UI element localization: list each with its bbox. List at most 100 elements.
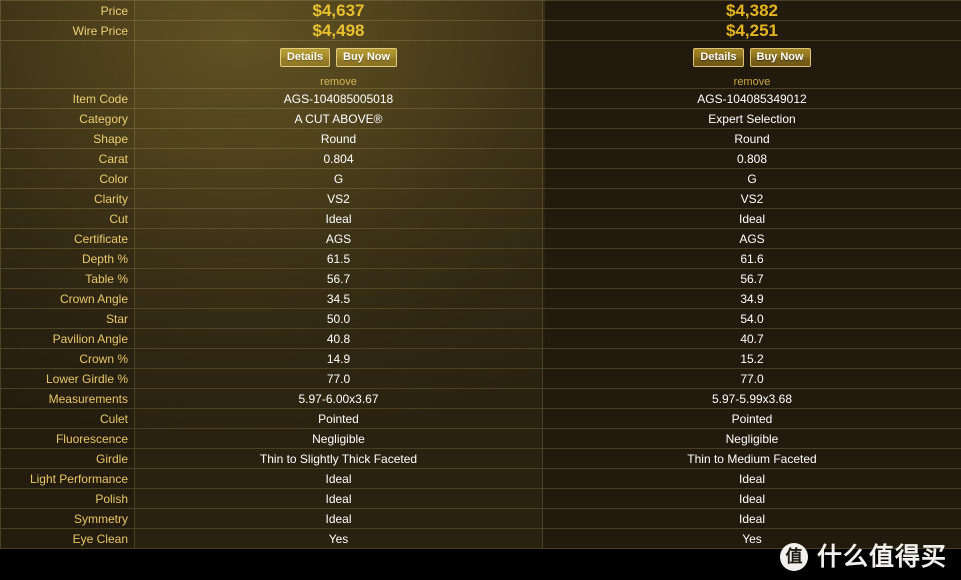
row-label: Culet (0, 408, 135, 429)
page-root: Price $4,637 $4,382 Wire Price $4,498 $4,251 D… (0, 0, 961, 580)
row-label: Light Performance (0, 468, 135, 489)
buy-now-button[interactable]: Buy Now (749, 48, 811, 67)
diamond-a-value: Yes (134, 528, 543, 549)
row-label: Clarity (0, 188, 135, 209)
row-label: Table % (0, 268, 135, 289)
diamond-b-value: $4,382 (542, 0, 961, 21)
remove-link[interactable]: remove (734, 76, 771, 88)
diamond-a-value: 56.7 (134, 268, 543, 289)
diamond-b-value: 77.0 (542, 368, 961, 389)
diamond-b-value: 54.0 (542, 308, 961, 329)
diamond-comparison-table: Price $4,637 $4,382 Wire Price $4,498 $4,251 D… (0, 0, 961, 549)
row-label (0, 40, 135, 89)
table-row: Pavilion Angle 40.8 40.7 (0, 328, 961, 349)
button-row: Details Buy Now (279, 48, 398, 67)
diamond-b-value: Ideal (542, 508, 961, 529)
table-row: Crown Angle 34.5 34.9 (0, 288, 961, 309)
diamond-a-value: AGS (134, 228, 543, 249)
table-row: Table % 56.7 56.7 (0, 268, 961, 289)
row-label: Star (0, 308, 135, 329)
diamond-b-value: 15.2 (542, 348, 961, 369)
details-button[interactable]: Details (693, 48, 744, 67)
row-label: Category (0, 108, 135, 129)
diamond-a-value: A CUT ABOVE® (134, 108, 543, 129)
diamond-a-value: 77.0 (134, 368, 543, 389)
row-label: Lower Girdle % (0, 368, 135, 389)
diamond-a-value: G (134, 168, 543, 189)
row-label: Measurements (0, 388, 135, 409)
diamond-b-value: Expert Selection (542, 108, 961, 129)
row-label: Girdle (0, 448, 135, 469)
table-row: Clarity VS2 VS2 (0, 188, 961, 209)
table-row: Cut Ideal Ideal (0, 208, 961, 229)
diamond-a-value: Negligible (134, 428, 543, 449)
row-label: Pavilion Angle (0, 328, 135, 349)
table-row: Symmetry Ideal Ideal (0, 508, 961, 529)
table-row: Light Performance Ideal Ideal (0, 468, 961, 489)
diamond-a-value: Ideal (134, 208, 543, 229)
diamond-a-value: Ideal (134, 468, 543, 489)
table-row: Category A CUT ABOVE® Expert Selection (0, 108, 961, 129)
diamond-a-value: 14.9 (134, 348, 543, 369)
row-label: Carat (0, 148, 135, 169)
row-label: Crown % (0, 348, 135, 369)
diamond-b-value: 56.7 (542, 268, 961, 289)
table-row: Certificate AGS AGS (0, 228, 961, 249)
row-label: Depth % (0, 248, 135, 269)
row-label: Crown Angle (0, 288, 135, 309)
diamond-b-value: Yes (542, 528, 961, 549)
row-label: Color (0, 168, 135, 189)
diamond-b-value: VS2 (542, 188, 961, 209)
table-row: Color G G (0, 168, 961, 189)
table-row: Eye Clean Yes Yes (0, 528, 961, 549)
actions-group: Details Buy Now remove (549, 41, 955, 88)
table-row: Shape Round Round (0, 128, 961, 149)
diamond-b-value: Round (542, 128, 961, 149)
remove-link[interactable]: remove (320, 76, 357, 88)
diamond-a-value: 34.5 (134, 288, 543, 309)
row-label: Price (0, 0, 135, 21)
diamond-a-value: 61.5 (134, 248, 543, 269)
actions-cell: Details Buy Now remove (134, 40, 543, 89)
table-row: Item Code AGS-104085005018 AGS-10408534901… (0, 88, 961, 109)
diamond-b-value: 40.7 (542, 328, 961, 349)
diamond-a-value: AGS-104085005018 (134, 88, 543, 109)
details-button[interactable]: Details (279, 48, 330, 67)
actions-cell: Details Buy Now remove (542, 40, 961, 89)
diamond-a-value: 0.804 (134, 148, 543, 169)
diamond-b-value: 34.9 (542, 288, 961, 309)
diamond-b-value: 61.6 (542, 248, 961, 269)
row-label: Fluorescence (0, 428, 135, 449)
row-label: Shape (0, 128, 135, 149)
table-row: Price $4,637 $4,382 (0, 0, 961, 21)
diamond-b-value: 5.97-5.99x3.68 (542, 388, 961, 409)
diamond-b-value: G (542, 168, 961, 189)
diamond-b-value: AGS-104085349012 (542, 88, 961, 109)
diamond-a-value: Round (134, 128, 543, 149)
table-row: Fluorescence Negligible Negligible (0, 428, 961, 449)
button-row: Details Buy Now (693, 48, 811, 67)
diamond-a-value: 40.8 (134, 328, 543, 349)
table-row: Lower Girdle % 77.0 77.0 (0, 368, 961, 389)
row-label: Cut (0, 208, 135, 229)
row-label: Certificate (0, 228, 135, 249)
table-row: Girdle Thin to Slightly Thick Faceted Thin… (0, 448, 961, 469)
table-row: Measurements 5.97-6.00x3.67 5.97-5.99x3.68 (0, 388, 961, 409)
diamond-b-value: AGS (542, 228, 961, 249)
table-row: Depth % 61.5 61.6 (0, 248, 961, 269)
actions-group: Details Buy Now remove (141, 41, 536, 88)
diamond-b-value: $4,251 (542, 20, 961, 41)
table-row: Details Buy Now remove Details Buy Now remove (0, 40, 961, 89)
diamond-b-value: Ideal (542, 468, 961, 489)
table-row: Polish Ideal Ideal (0, 488, 961, 509)
table-row: Wire Price $4,498 $4,251 (0, 20, 961, 41)
buy-now-button[interactable]: Buy Now (336, 48, 398, 67)
row-label: Symmetry (0, 508, 135, 529)
table-row: Crown % 14.9 15.2 (0, 348, 961, 369)
row-label: Item Code (0, 88, 135, 109)
diamond-a-value: $4,498 (134, 20, 543, 41)
diamond-a-value: 50.0 (134, 308, 543, 329)
table-row: Carat 0.804 0.808 (0, 148, 961, 169)
diamond-b-value: Thin to Medium Faceted (542, 448, 961, 469)
diamond-a-value: Ideal (134, 508, 543, 529)
